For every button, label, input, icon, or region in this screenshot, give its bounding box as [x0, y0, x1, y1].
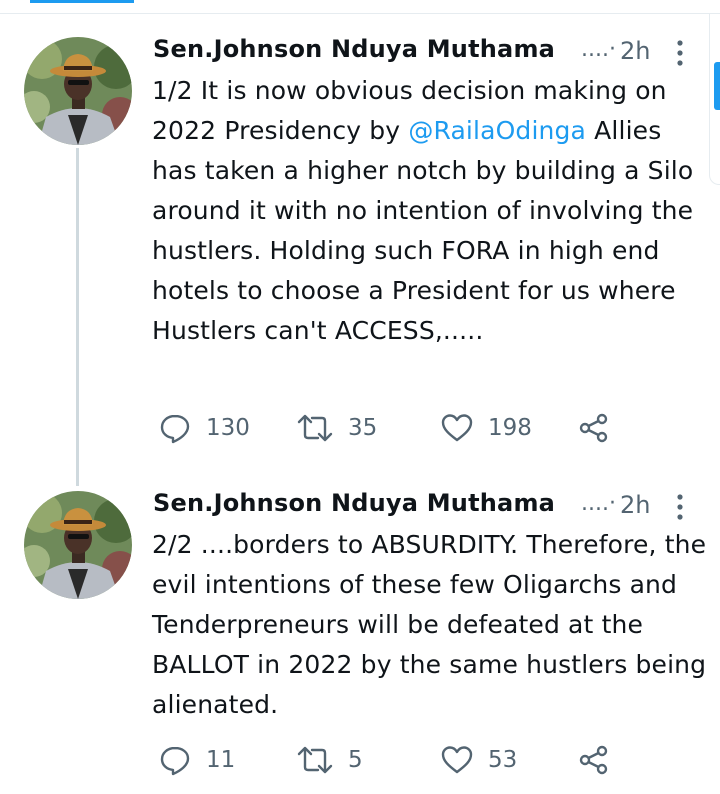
like-count: 198 [488, 415, 532, 441]
tweet-thread-screen: Sen.Johnson Nduya Muthama .... · 2h 1/2 … [0, 0, 720, 794]
tweet-text-part: 2/2 ....borders to ABSURDITY. Therefore,… [152, 530, 707, 719]
retweet-icon [296, 743, 334, 777]
share-icon [578, 412, 610, 444]
separator-dot: · [609, 37, 616, 62]
like-count: 53 [488, 747, 518, 773]
retweet-button[interactable]: 35 [296, 410, 377, 446]
tweet-header: Sen.Johnson Nduya Muthama .... · 2h [153, 35, 698, 69]
like-button[interactable]: 53 [440, 742, 517, 778]
share-icon [578, 744, 610, 776]
retweet-count: 35 [348, 415, 378, 441]
share-button[interactable] [578, 410, 610, 446]
retweet-button[interactable]: 5 [296, 742, 363, 778]
reply-icon [158, 743, 192, 777]
reply-button[interactable]: 11 [158, 742, 235, 778]
handle-truncation: .... [581, 37, 609, 62]
avatar[interactable] [24, 37, 132, 145]
tweet-actions: 130 35 198 [158, 410, 638, 446]
tweet-text-part: Allies has taken a higher notch by build… [152, 116, 694, 345]
heart-icon [440, 412, 474, 444]
heart-icon [440, 744, 474, 776]
timestamp[interactable]: 2h [620, 491, 650, 519]
top-divider [0, 13, 720, 14]
retweet-count: 5 [348, 747, 363, 773]
reply-count: 130 [206, 415, 250, 441]
author-name[interactable]: Sen.Johnson Nduya Muthama [153, 489, 555, 517]
more-vertical-icon[interactable] [673, 492, 687, 522]
handle-truncation: .... [581, 491, 609, 516]
retweet-icon [296, 411, 334, 445]
author-name[interactable]: Sen.Johnson Nduya Muthama [153, 35, 555, 63]
share-button[interactable] [578, 742, 610, 778]
reply-icon [158, 411, 192, 445]
scrollbar-thumb[interactable] [714, 62, 720, 110]
timestamp[interactable]: 2h [620, 37, 650, 65]
tweet-header: Sen.Johnson Nduya Muthama .... · 2h [153, 489, 698, 523]
separator-dot: · [609, 491, 616, 516]
thread-connector-line [76, 148, 79, 486]
more-vertical-icon[interactable] [673, 38, 687, 68]
avatar[interactable] [24, 491, 132, 599]
tweet-actions: 11 5 53 [158, 742, 638, 778]
mention-link[interactable]: @RailaOdinga [408, 116, 586, 145]
reply-count: 11 [206, 747, 236, 773]
tweet-text: 1/2 It is now obvious decision making on… [152, 71, 712, 351]
tab-indicator [30, 0, 134, 3]
reply-button[interactable]: 130 [158, 410, 250, 446]
tweet-text: 2/2 ....borders to ABSURDITY. Therefore,… [152, 525, 712, 725]
like-button[interactable]: 198 [440, 410, 532, 446]
